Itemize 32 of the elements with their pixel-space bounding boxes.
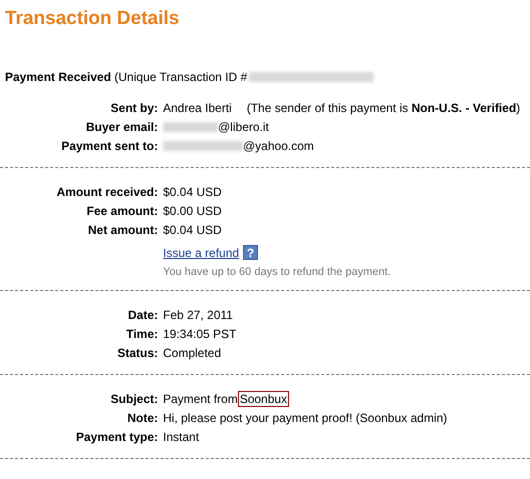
field-label: Status: <box>116 346 158 360</box>
email-domain: @libero.it <box>218 120 269 134</box>
field-value: 19:34:05 PST <box>163 326 236 340</box>
help-icon[interactable]: ? <box>243 245 258 260</box>
field-label: Net amount: <box>87 222 158 236</box>
field-value: Feb 27, 2011 <box>163 308 233 322</box>
field-label: Note: <box>126 410 158 424</box>
field-value: Completed <box>163 346 222 360</box>
sender-status: (The sender of this payment is Non-U.S. - Verified) <box>246 100 520 114</box>
field-value: Andrea Iberti <box>163 100 232 114</box>
field-value: $0.04 USD <box>163 184 222 198</box>
highlight-box: Soonbux <box>238 390 290 406</box>
page-title: Transaction Details <box>5 8 180 30</box>
field-value: Instant <box>163 430 200 444</box>
field-label: Subject: <box>110 392 158 406</box>
field-value: $0.04 USD <box>163 222 222 236</box>
field-label: Payment type: <box>74 430 158 444</box>
field-value: Payment from <box>163 392 238 406</box>
field-label: Payment sent to: <box>60 138 158 152</box>
field-label: Amount received: <box>56 184 158 198</box>
field-value: Hi, please post your payment proof! (Soonbux admin) <box>163 410 448 424</box>
refund-link[interactable]: Issue a refund <box>163 246 240 260</box>
refund-note: You have up to 60 days to refund the payment. <box>163 266 392 278</box>
field-label: Fee amount: <box>86 204 158 218</box>
payment-header: Payment Received (Unique Transaction ID # <box>5 70 248 84</box>
email-domain: @yahoo.com <box>243 138 314 152</box>
field-label: Sent by: <box>110 100 158 114</box>
field-value: $0.00 USD <box>163 204 222 218</box>
field-label: Time: <box>125 326 158 340</box>
redaction-blur <box>163 122 218 132</box>
field-label: Buyer email: <box>84 120 158 134</box>
field-label: Date: <box>126 308 158 322</box>
